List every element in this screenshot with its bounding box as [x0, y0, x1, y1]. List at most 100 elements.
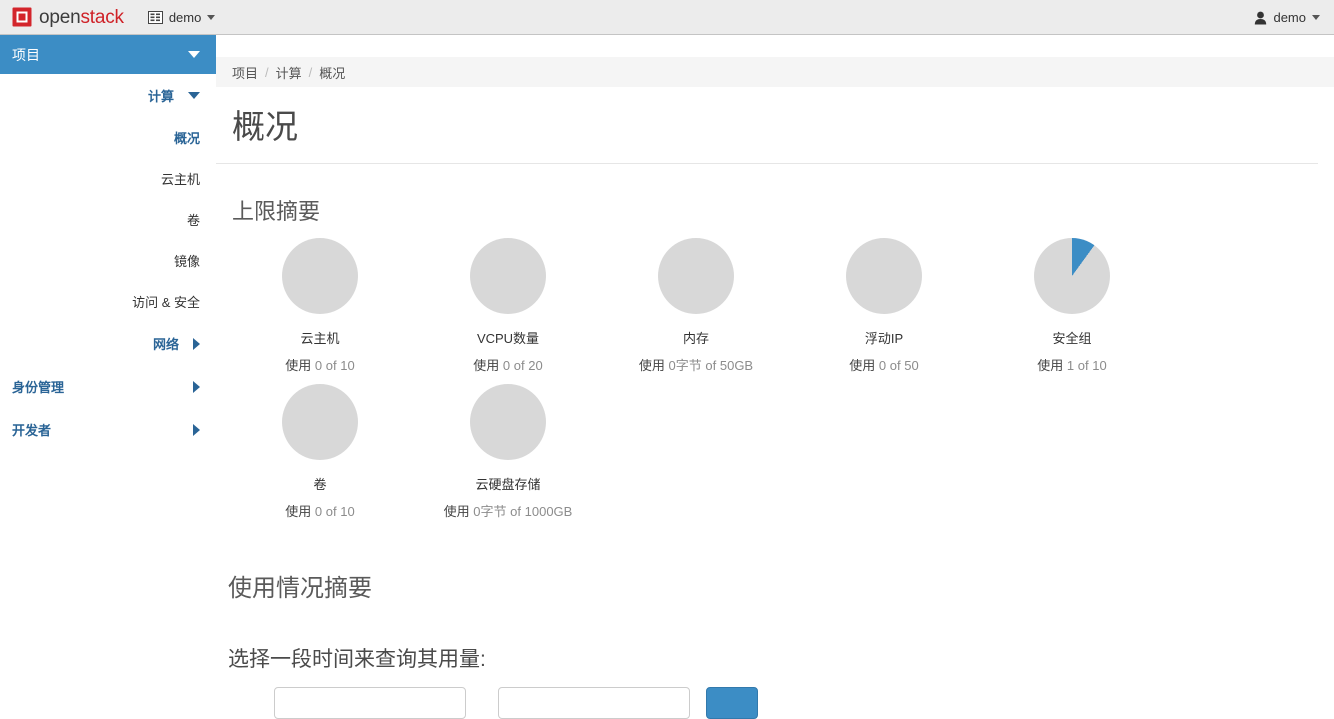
breadcrumb-separator: /: [308, 64, 313, 80]
quota-chart-cell: 卷使用 0 of 10: [226, 384, 414, 520]
quota-usage-text: 使用 0 of 10: [226, 355, 414, 374]
quota-used-value: 0: [314, 358, 323, 374]
sidebar-section-identity-label: 身份管理: [12, 380, 65, 395]
quota-limit-value: 50GB: [719, 358, 754, 374]
date-from-input[interactable]: [274, 687, 466, 719]
quota-chart-cell: 云主机使用 0 of 10: [226, 238, 414, 374]
quota-usage-text: 使用 0字节 of 1000GB: [414, 501, 602, 520]
quota-limit-value: 1000GB: [524, 504, 573, 520]
breadcrumb-item-project[interactable]: 项目: [232, 63, 258, 82]
chevron-down-icon: [188, 51, 200, 58]
quota-of-word: of: [705, 358, 717, 374]
quota-used-prefix: 使用: [1037, 358, 1064, 374]
quota-limit-value: 10: [340, 504, 355, 520]
quota-pie-chart: [282, 238, 358, 315]
quota-limit-value: 10: [340, 358, 355, 374]
openstack-logo[interactable]: openstack: [12, 7, 124, 27]
quota-chart-cell: 浮动IP 使用 0 of 50: [790, 238, 978, 374]
sidebar-section-network-label: 网络: [152, 337, 179, 352]
quota-used-prefix: 使用: [849, 358, 876, 374]
user-icon: [1254, 11, 1267, 25]
quota-chart-cell: 安全组使用 1 of 10: [978, 238, 1166, 374]
quota-usage-text: 使用 0字节 of 50GB: [602, 355, 790, 374]
quota-limit-value: 20: [528, 358, 543, 374]
quota-chart-title: 卷: [313, 477, 327, 493]
sidebar-item-access-security-label: 访问 & 安全: [132, 295, 200, 310]
date-range-prompt: 选择一段时间来查询其用量:: [228, 648, 486, 672]
date-range-form: [216, 687, 1334, 719]
sidebar-section-project[interactable]: 项目: [0, 35, 216, 74]
quota-pie-chart: [1034, 238, 1110, 315]
quota-of-word: of: [513, 358, 525, 374]
quota-pie-chart: [846, 238, 922, 315]
sidebar-item-access-security[interactable]: 访问 & 安全: [0, 281, 216, 322]
brand-stack-text: stack: [80, 6, 124, 28]
sidebar-item-instances-label: 云主机: [160, 172, 200, 187]
sidebar-section-network[interactable]: 网络: [0, 322, 216, 365]
user-menu-label: demo: [1273, 10, 1306, 25]
chevron-right-icon: [193, 380, 200, 393]
date-to-input[interactable]: [498, 687, 690, 719]
sidebar-item-instances[interactable]: 云主机: [0, 158, 216, 199]
quota-pie-chart: [658, 238, 734, 315]
quota-of-word: of: [325, 358, 337, 374]
sidebar-section-project-label: 项目: [12, 46, 40, 63]
breadcrumb-separator: /: [265, 64, 269, 80]
chevron-down-icon: [1312, 15, 1320, 20]
quota-chart-cell: VCPU数量 使用 0 of 20: [414, 238, 602, 374]
chevron-right-icon: [193, 337, 200, 350]
sidebar-section-developer-label: 开发者: [12, 423, 52, 438]
building-icon: [147, 10, 163, 24]
quota-chart-cell: 内存 使用 0字节 of 50GB: [602, 238, 790, 374]
brand-open-text: open: [39, 6, 81, 28]
quota-pie-chart: [282, 384, 358, 461]
project-selector-label: demo: [168, 9, 202, 25]
quota-chart-title: 云主机: [300, 331, 340, 347]
quota-used-value: 0: [314, 504, 323, 520]
quota-of-word: of: [325, 504, 337, 520]
chevron-down-icon: [188, 92, 200, 99]
quota-used-value: 0字节: [473, 504, 507, 520]
quota-chart-title: 安全组: [1052, 331, 1092, 347]
quota-limit-value: 50: [904, 358, 919, 374]
quota-used-prefix: 使用: [285, 504, 312, 520]
user-menu[interactable]: demo: [1254, 0, 1320, 35]
breadcrumb-item-overview: 概况: [319, 65, 346, 81]
top-header: openstack demo demo: [0, 0, 1334, 35]
openstack-cube-icon: [12, 7, 32, 27]
quota-pie-chart: [470, 238, 546, 315]
quota-used-prefix: 使用: [473, 358, 500, 374]
quota-of-word: of: [1077, 358, 1089, 374]
sidebar: 项目 计算 概况 云主机 卷 镜像 访问 & 安全 网络 身份管理 开发者: [0, 35, 216, 649]
quota-used-prefix: 使用: [638, 358, 665, 374]
quota-limit-value: 10: [1092, 358, 1107, 374]
quota-used-value: 0字节: [668, 358, 702, 374]
quota-chart-title: 云硬盘存储: [475, 477, 541, 493]
sidebar-section-compute[interactable]: 计算: [0, 74, 216, 117]
chevron-down-icon: [207, 14, 216, 20]
breadcrumb: 项目 / 计算 / 概况: [216, 57, 1334, 87]
quota-used-value: 1: [1066, 358, 1075, 374]
quota-usage-text: 使用 0 of 50: [790, 355, 978, 374]
quota-used-prefix: 使用: [285, 358, 312, 374]
usage-summary-heading: 使用情况摘要: [228, 575, 372, 603]
sidebar-item-overview[interactable]: 概况: [0, 117, 216, 158]
sidebar-section-identity[interactable]: 身份管理: [0, 365, 216, 408]
sidebar-item-volumes[interactable]: 卷: [0, 199, 216, 240]
quota-usage-text: 使用 0 of 10: [226, 501, 414, 520]
sidebar-item-images[interactable]: 镜像: [0, 240, 216, 281]
quota-of-word: of: [510, 504, 521, 520]
sidebar-section-developer[interactable]: 开发者: [0, 408, 216, 451]
project-selector[interactable]: demo: [147, 9, 216, 25]
quota-used-prefix: 使用: [443, 504, 470, 520]
sidebar-item-images-label: 镜像: [173, 254, 200, 269]
quota-pie-chart: [470, 384, 546, 461]
quota-used-value: 0: [878, 358, 887, 374]
chevron-right-icon: [193, 423, 200, 436]
quota-used-value: 0: [502, 358, 511, 374]
date-submit-button[interactable]: [706, 687, 758, 719]
quota-of-word: of: [889, 358, 901, 374]
sidebar-item-overview-label: 概况: [173, 131, 200, 146]
breadcrumb-item-compute[interactable]: 计算: [276, 63, 302, 82]
sidebar-section-compute-label: 计算: [147, 89, 174, 104]
